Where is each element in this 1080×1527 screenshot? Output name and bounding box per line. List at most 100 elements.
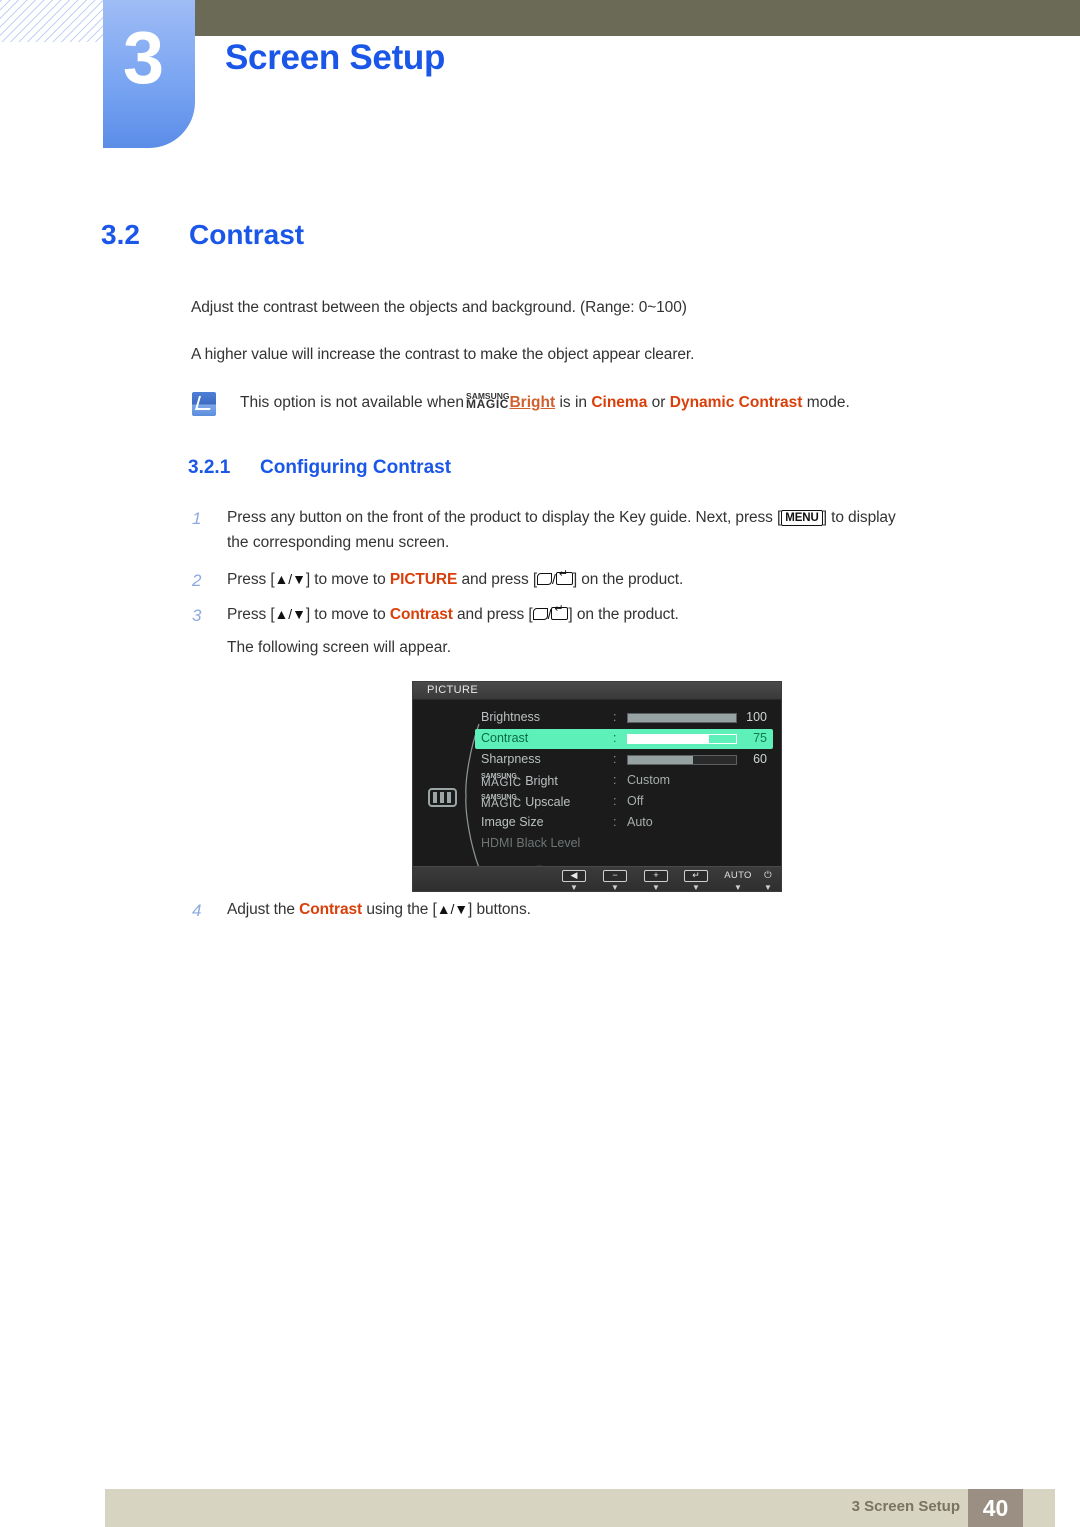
intro-paragraph-1: Adjust the contrast between the objects … <box>191 299 687 316</box>
note-pen-icon <box>192 392 216 416</box>
osd-row-contrast[interactable]: Contrast : 75 <box>475 729 773 749</box>
samsung-magic-bottom: MAGIC <box>466 397 510 411</box>
samsung-magic-logo: SAMSUNG MAGIC <box>466 392 510 411</box>
osd-label: Image Size <box>481 815 544 829</box>
osd-label: Contrast <box>481 731 529 745</box>
osd-key-plus[interactable]: + ▼ <box>643 870 669 892</box>
osd-key-down-arrow: ▼ <box>692 883 700 892</box>
step-3-c: and press [ <box>457 606 533 623</box>
note-text: This option is not available when SAMSUNG… <box>240 392 850 412</box>
step-2-c: and press [ <box>461 571 538 588</box>
left-arrow-icon: ◀ <box>562 870 586 882</box>
osd-key-power[interactable]: ⏻ ▼ <box>755 870 781 892</box>
mode-dynamic-contrast-highlight: Dynamic Contrast <box>669 394 803 411</box>
enter-return-icon <box>555 568 573 585</box>
source-icon <box>537 573 553 585</box>
step-4-b: using the [ <box>366 901 437 918</box>
page-number-box: 40 <box>968 1489 1023 1527</box>
osd-key-auto[interactable]: AUTO ▼ <box>721 870 755 892</box>
plus-icon: + <box>644 870 668 882</box>
chapter-number: 3 <box>122 16 164 99</box>
step-4-number: 4 <box>192 901 202 920</box>
osd-value: 60 <box>753 752 767 766</box>
source-icon <box>532 608 548 620</box>
osd-value: Custom <box>627 773 671 787</box>
auto-label: AUTO <box>724 870 752 881</box>
osd-row-magic-bright[interactable]: SAMSUNG MAGIC Bright : Custom <box>475 771 773 791</box>
step-2-b: ] to move to <box>305 571 386 588</box>
osd-colon: : <box>613 815 617 829</box>
osd-slider-fill <box>628 756 693 764</box>
osd-menu-screenshot: PICTURE Brightness : 100 Contrast : 75 S… <box>412 681 782 892</box>
picture-highlight: PICTURE <box>389 571 458 588</box>
step-2-number: 2 <box>192 571 202 590</box>
osd-value: 75 <box>753 731 767 745</box>
step-1-text-a: Press any button on the front of the pro… <box>227 509 782 526</box>
chapter-title: Screen Setup <box>225 38 446 77</box>
osd-slider-track[interactable] <box>627 713 737 723</box>
step-1-text-b: ] to display <box>822 509 896 526</box>
osd-label: HDMI Black Level <box>481 836 581 850</box>
osd-value: Off <box>627 794 644 808</box>
step-3-a: Press [ <box>227 606 275 623</box>
osd-key-down-arrow: ▼ <box>652 883 660 892</box>
osd-label: SAMSUNG MAGIC Upscale <box>481 794 570 810</box>
up-down-arrows-glyph: ▲/▼ <box>274 606 306 622</box>
osd-key-down-arrow: ▼ <box>734 883 742 892</box>
osd-row-sharpness[interactable]: Sharpness : 60 <box>475 750 773 770</box>
osd-body: Brightness : 100 Contrast : 75 Sharpness… <box>413 700 781 873</box>
osd-colon: : <box>613 710 617 724</box>
up-down-arrows-glyph: ▲/▼ <box>436 901 469 917</box>
contrast-highlight: Contrast <box>299 901 363 918</box>
samsung-magic-logo: SAMSUNG MAGIC <box>481 773 522 789</box>
section-number: 3.2 <box>101 219 140 250</box>
step-1-text: Press any button on the front of the pro… <box>227 509 896 527</box>
samsung-magic-logo: SAMSUNG MAGIC <box>481 794 522 810</box>
step-2-a: Press [ <box>227 571 275 588</box>
osd-row-image-size[interactable]: Image Size : Auto <box>475 813 773 833</box>
osd-key-down-arrow: ▼ <box>611 883 619 892</box>
osd-key-minus[interactable]: − ▼ <box>602 870 628 892</box>
step-3-b: ] to move to <box>305 606 386 623</box>
note-text-or: or <box>651 394 666 411</box>
osd-colon: : <box>613 731 617 745</box>
osd-colon: : <box>613 752 617 766</box>
osd-row-magic-upscale[interactable]: SAMSUNG MAGIC Upscale : Off <box>475 792 773 812</box>
osd-slider-fill <box>628 735 709 743</box>
osd-key-down-arrow: ▼ <box>570 883 578 892</box>
osd-slider-track[interactable] <box>627 734 737 744</box>
step-4-a: Adjust the <box>227 901 295 918</box>
osd-colon: : <box>613 794 617 808</box>
menu-keycap: MENU <box>781 509 823 526</box>
note-text-after: mode. <box>806 394 850 411</box>
osd-label: Brightness <box>481 710 541 724</box>
samsung-magic-bottom: MAGIC <box>481 798 522 810</box>
step-3-followup: The following screen will appear. <box>227 639 452 656</box>
osd-row-brightness[interactable]: Brightness : 100 <box>475 708 773 728</box>
enter-return-icon <box>551 603 569 620</box>
step-1-text-line2: the corresponding menu screen. <box>227 534 450 551</box>
note-text-before: This option is not available when <box>240 394 465 411</box>
up-down-arrows-glyph: ▲/▼ <box>274 571 306 587</box>
footer-chapter-label: 3 Screen Setup <box>851 1498 960 1515</box>
page-number: 40 <box>982 1495 1009 1521</box>
step-3-d: ] on the product. <box>568 606 679 623</box>
step-1-number: 1 <box>192 509 202 528</box>
intro-paragraph-2: A higher value will increase the contras… <box>191 346 695 363</box>
osd-value: Auto <box>627 815 653 829</box>
osd-row-hdmi-black-level[interactable]: HDMI Black Level <box>475 834 773 854</box>
step-3-text: Press [▲/▼] to move to Contrast and pres… <box>227 603 679 624</box>
osd-label: SAMSUNG MAGIC Bright <box>481 773 558 789</box>
section-title: Contrast <box>189 219 305 250</box>
osd-key-enter[interactable]: ↵ ▼ <box>683 870 709 892</box>
osd-slider-fill <box>628 714 736 722</box>
picture-bars-icon <box>428 788 457 807</box>
osd-key-left-arrow[interactable]: ◀ ▼ <box>561 870 587 892</box>
osd-slider-track[interactable] <box>627 755 737 765</box>
subsection-number: 3.2.1 <box>188 457 231 478</box>
step-2-text: Press [▲/▼] to move to PICTURE and press… <box>227 568 683 589</box>
magic-bright-highlight: Bright <box>509 394 556 411</box>
osd-colon: : <box>613 773 617 787</box>
osd-value: 100 <box>746 710 767 724</box>
osd-key-down-arrow: ▼ <box>764 883 772 892</box>
